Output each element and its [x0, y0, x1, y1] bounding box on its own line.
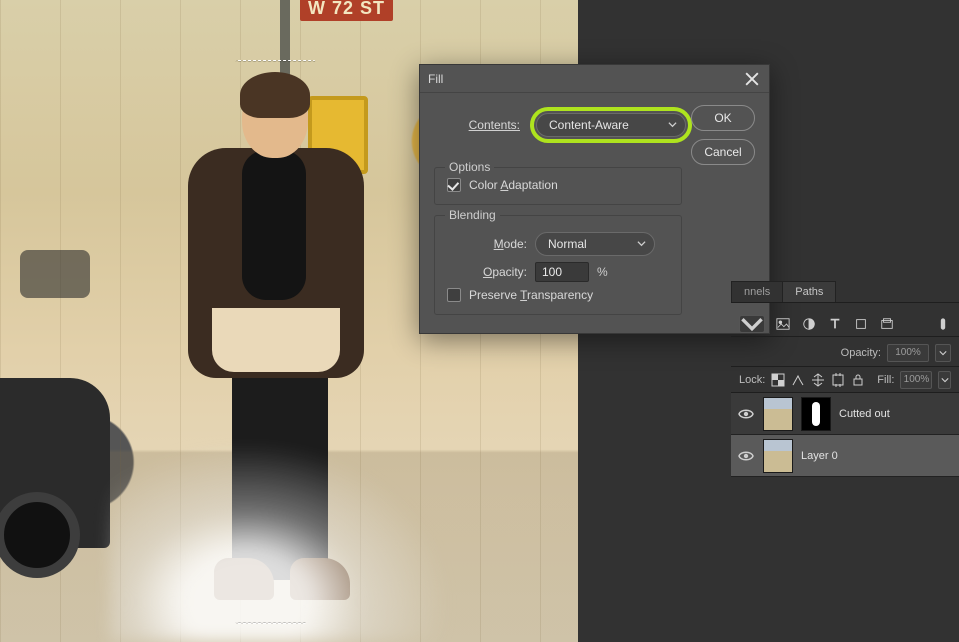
color-adaptation-label: Color Adaptation — [469, 178, 558, 192]
visibility-toggle[interactable] — [737, 447, 755, 465]
contents-value: Content-Aware — [549, 118, 629, 132]
filter-smartobject-icon[interactable] — [879, 316, 895, 332]
checkbox-icon — [447, 178, 461, 192]
checkbox-icon — [447, 288, 461, 302]
contents-highlight: Content-Aware — [530, 107, 692, 143]
layer-name[interactable]: Layer 0 — [801, 450, 838, 462]
layer-row[interactable]: Layer 0 — [731, 435, 959, 477]
lock-pixels-icon[interactable] — [791, 373, 805, 387]
close-icon — [744, 71, 760, 87]
cancel-button[interactable]: Cancel — [691, 139, 755, 165]
layer-name[interactable]: Cutted out — [839, 408, 890, 420]
opacity-value: 100 — [542, 265, 562, 279]
mode-value: Normal — [548, 237, 587, 251]
layers-lock-row: Lock: Fill: 100% — [731, 367, 959, 393]
dialog-title: Fill — [428, 72, 443, 86]
lock-transparency-icon[interactable] — [771, 373, 785, 387]
layer-fill-input[interactable]: 100% — [900, 371, 932, 389]
layer-thumbnail[interactable] — [763, 397, 793, 431]
panel-tabs: nnels Paths — [731, 279, 959, 303]
filter-image-icon[interactable] — [775, 316, 791, 332]
mode-select[interactable]: Normal — [535, 232, 655, 256]
lock-position-icon[interactable] — [811, 373, 825, 387]
tab-paths[interactable]: Paths — [782, 281, 836, 302]
ok-label: OK — [714, 111, 731, 125]
ok-button[interactable]: OK — [691, 105, 755, 131]
filter-shape-icon[interactable] — [853, 316, 869, 332]
layer-row[interactable]: Cutted out — [731, 393, 959, 435]
options-group: Options Color Adaptation — [434, 167, 682, 205]
mode-label: Mode: — [447, 237, 527, 251]
filter-toggle-icon[interactable] — [935, 316, 951, 332]
tab-channels[interactable]: nnels — [731, 281, 783, 302]
contents-select[interactable]: Content-Aware — [536, 113, 686, 137]
filter-adjustment-icon[interactable] — [801, 316, 817, 332]
chevron-down-icon — [668, 118, 677, 132]
blending-group: Blending Mode: Normal Opacity: 100 — [434, 215, 682, 315]
layers-opacity-row: Opacity: 100% — [731, 339, 959, 367]
layers-list: Cutted out Layer 0 — [731, 393, 959, 477]
opacity-chevron[interactable] — [935, 344, 951, 362]
preserve-transparency-check[interactable]: Preserve Transparency — [447, 288, 669, 302]
street-sign: W 72 ST — [300, 0, 393, 21]
cancel-label: Cancel — [704, 145, 741, 159]
fill-dialog: Fill Contents: Content-Aware — [419, 64, 770, 334]
opacity-unit: % — [597, 265, 608, 279]
lock-artboard-icon[interactable] — [831, 373, 845, 387]
opacity-label: Opacity: — [841, 347, 881, 359]
fill-chevron[interactable] — [938, 371, 951, 389]
preserve-transparency-label: Preserve Transparency — [469, 288, 593, 302]
contents-label: Contents: — [440, 118, 520, 132]
blending-legend: Blending — [445, 208, 500, 222]
car-background — [20, 250, 90, 298]
layers-kind-filter — [731, 311, 959, 337]
chevron-down-icon — [637, 237, 646, 251]
layer-thumbnail[interactable] — [763, 439, 793, 473]
fill-label: Fill: — [877, 374, 894, 386]
lock-all-icon[interactable] — [851, 373, 865, 387]
options-legend: Options — [445, 160, 494, 174]
car-wheel — [0, 492, 80, 578]
dialog-close-button[interactable] — [743, 70, 761, 88]
filter-type-icon[interactable] — [827, 316, 843, 332]
kind-select[interactable] — [739, 315, 765, 333]
opacity-input[interactable]: 100 — [535, 262, 589, 282]
layer-opacity-input[interactable]: 100% — [887, 344, 929, 362]
visibility-toggle[interactable] — [737, 405, 755, 423]
dialog-titlebar[interactable]: Fill — [420, 65, 769, 93]
lock-label: Lock: — [739, 374, 765, 386]
layer-mask-thumbnail[interactable] — [801, 397, 831, 431]
opacity-label: Opacity: — [447, 265, 527, 279]
color-adaptation-check[interactable]: Color Adaptation — [447, 178, 669, 192]
